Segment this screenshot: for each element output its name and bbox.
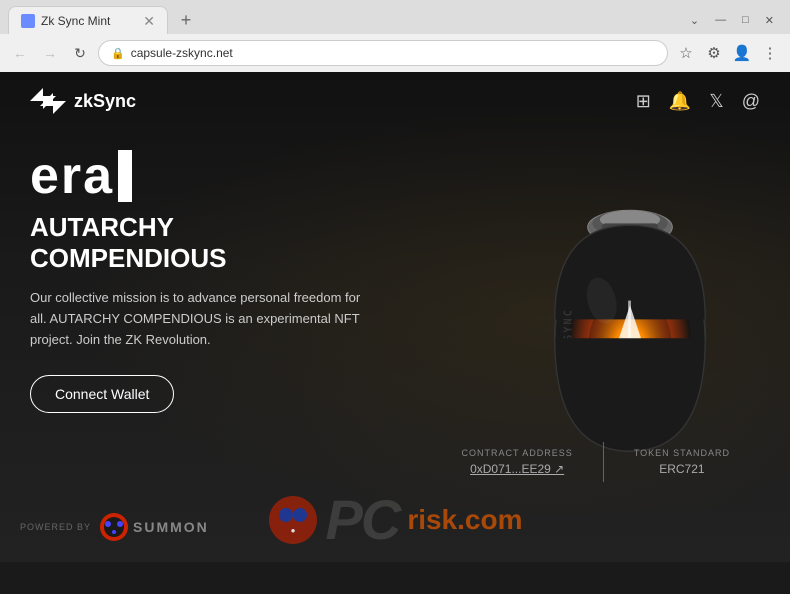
tab-title: Zk Sync Mint bbox=[41, 14, 137, 28]
minimize-button[interactable]: — bbox=[711, 12, 730, 28]
toolbar-icons: ☆ ⚙ 👤 ⋮ bbox=[674, 41, 782, 65]
era-text: era bbox=[30, 150, 114, 202]
era-logo: era bbox=[30, 150, 370, 202]
extension-icon[interactable]: ⚙ bbox=[702, 41, 726, 65]
tab-bar: Zk Sync Mint ✕ + ⌄ — □ ✕ bbox=[0, 0, 790, 34]
social-links: ⊞ 🔔 𝕏 @ bbox=[636, 91, 760, 112]
menu-icon[interactable]: ⋮ bbox=[758, 41, 782, 65]
hero-title: AUTARCHY COMPENDIOUS bbox=[30, 212, 370, 274]
twitter-icon[interactable]: 𝕏 bbox=[709, 91, 724, 112]
token-label: TOKEN STANDARD bbox=[634, 448, 730, 458]
site-logo: zkSync bbox=[30, 88, 136, 114]
contract-address-value[interactable]: 0xD071...EE29 ↗ bbox=[461, 462, 572, 476]
new-tab-button[interactable]: + bbox=[174, 8, 198, 32]
tab-favicon-icon bbox=[21, 14, 35, 28]
url-input[interactable]: 🔒 capsule-zskync.net bbox=[98, 40, 668, 66]
window-controls: ⌄ — □ ✕ bbox=[686, 12, 782, 29]
chevron-down-icon: ⌄ bbox=[686, 12, 703, 29]
url-text: capsule-zskync.net bbox=[131, 46, 233, 60]
close-window-button[interactable]: ✕ bbox=[761, 12, 778, 29]
lock-icon: 🔒 bbox=[111, 47, 125, 60]
summon-brand-text: SUMMON bbox=[133, 519, 209, 535]
summon-logo: SUMMON bbox=[99, 512, 209, 542]
tab-close-button[interactable]: ✕ bbox=[143, 14, 155, 28]
hero-section: era AUTARCHY COMPENDIOUS Our collective … bbox=[0, 130, 790, 470]
connect-wallet-button[interactable]: Connect Wallet bbox=[30, 375, 174, 413]
discord-icon[interactable]: ⊞ bbox=[636, 91, 651, 112]
logo-text: zkSync bbox=[74, 91, 136, 112]
contract-label: CONTRACT ADDRESS bbox=[461, 448, 572, 458]
website-content: zkSync ⊞ 🔔 𝕏 @ era AUTARCHY COMPENDIOUS … bbox=[0, 72, 790, 562]
capsule-svg: ZKSYNC bbox=[500, 150, 760, 470]
powered-by-section: POWERED BY SUMMON bbox=[20, 512, 209, 542]
powered-by-label: POWERED BY bbox=[20, 522, 91, 532]
era-cursor-block bbox=[118, 150, 132, 202]
zksync-logo-icon bbox=[30, 88, 66, 114]
browser-chrome: Zk Sync Mint ✕ + ⌄ — □ ✕ ← → ↻ 🔒 capsule… bbox=[0, 0, 790, 72]
address-bar: ← → ↻ 🔒 capsule-zskync.net ☆ ⚙ 👤 ⋮ bbox=[0, 34, 790, 72]
hero-content: era AUTARCHY COMPENDIOUS Our collective … bbox=[30, 150, 370, 413]
active-tab[interactable]: Zk Sync Mint ✕ bbox=[8, 6, 168, 34]
site-nav: zkSync ⊞ 🔔 𝕏 @ bbox=[0, 72, 790, 130]
maximize-button[interactable]: □ bbox=[738, 12, 753, 28]
email-icon[interactable]: @ bbox=[742, 91, 760, 112]
nft-capsule-image: ZKSYNC bbox=[500, 150, 760, 470]
summon-icon-svg bbox=[99, 512, 129, 542]
hero-description: Our collective mission is to advance per… bbox=[30, 288, 370, 350]
reload-button[interactable]: ↻ bbox=[68, 41, 92, 65]
title-line1: AUTARCHY bbox=[30, 212, 370, 243]
contract-info: CONTRACT ADDRESS 0xD071...EE29 ↗ TOKEN S… bbox=[431, 442, 760, 482]
token-standard-section: TOKEN STANDARD ERC721 bbox=[604, 448, 760, 476]
contract-address-section: CONTRACT ADDRESS 0xD071...EE29 ↗ bbox=[431, 448, 602, 476]
notification-icon[interactable]: 🔔 bbox=[669, 91, 691, 112]
forward-button[interactable]: → bbox=[38, 41, 62, 65]
profile-icon[interactable]: 👤 bbox=[730, 41, 754, 65]
title-line2: COMPENDIOUS bbox=[30, 243, 370, 274]
token-standard-value: ERC721 bbox=[634, 462, 730, 476]
back-button[interactable]: ← bbox=[8, 41, 32, 65]
bookmark-icon[interactable]: ☆ bbox=[674, 41, 698, 65]
